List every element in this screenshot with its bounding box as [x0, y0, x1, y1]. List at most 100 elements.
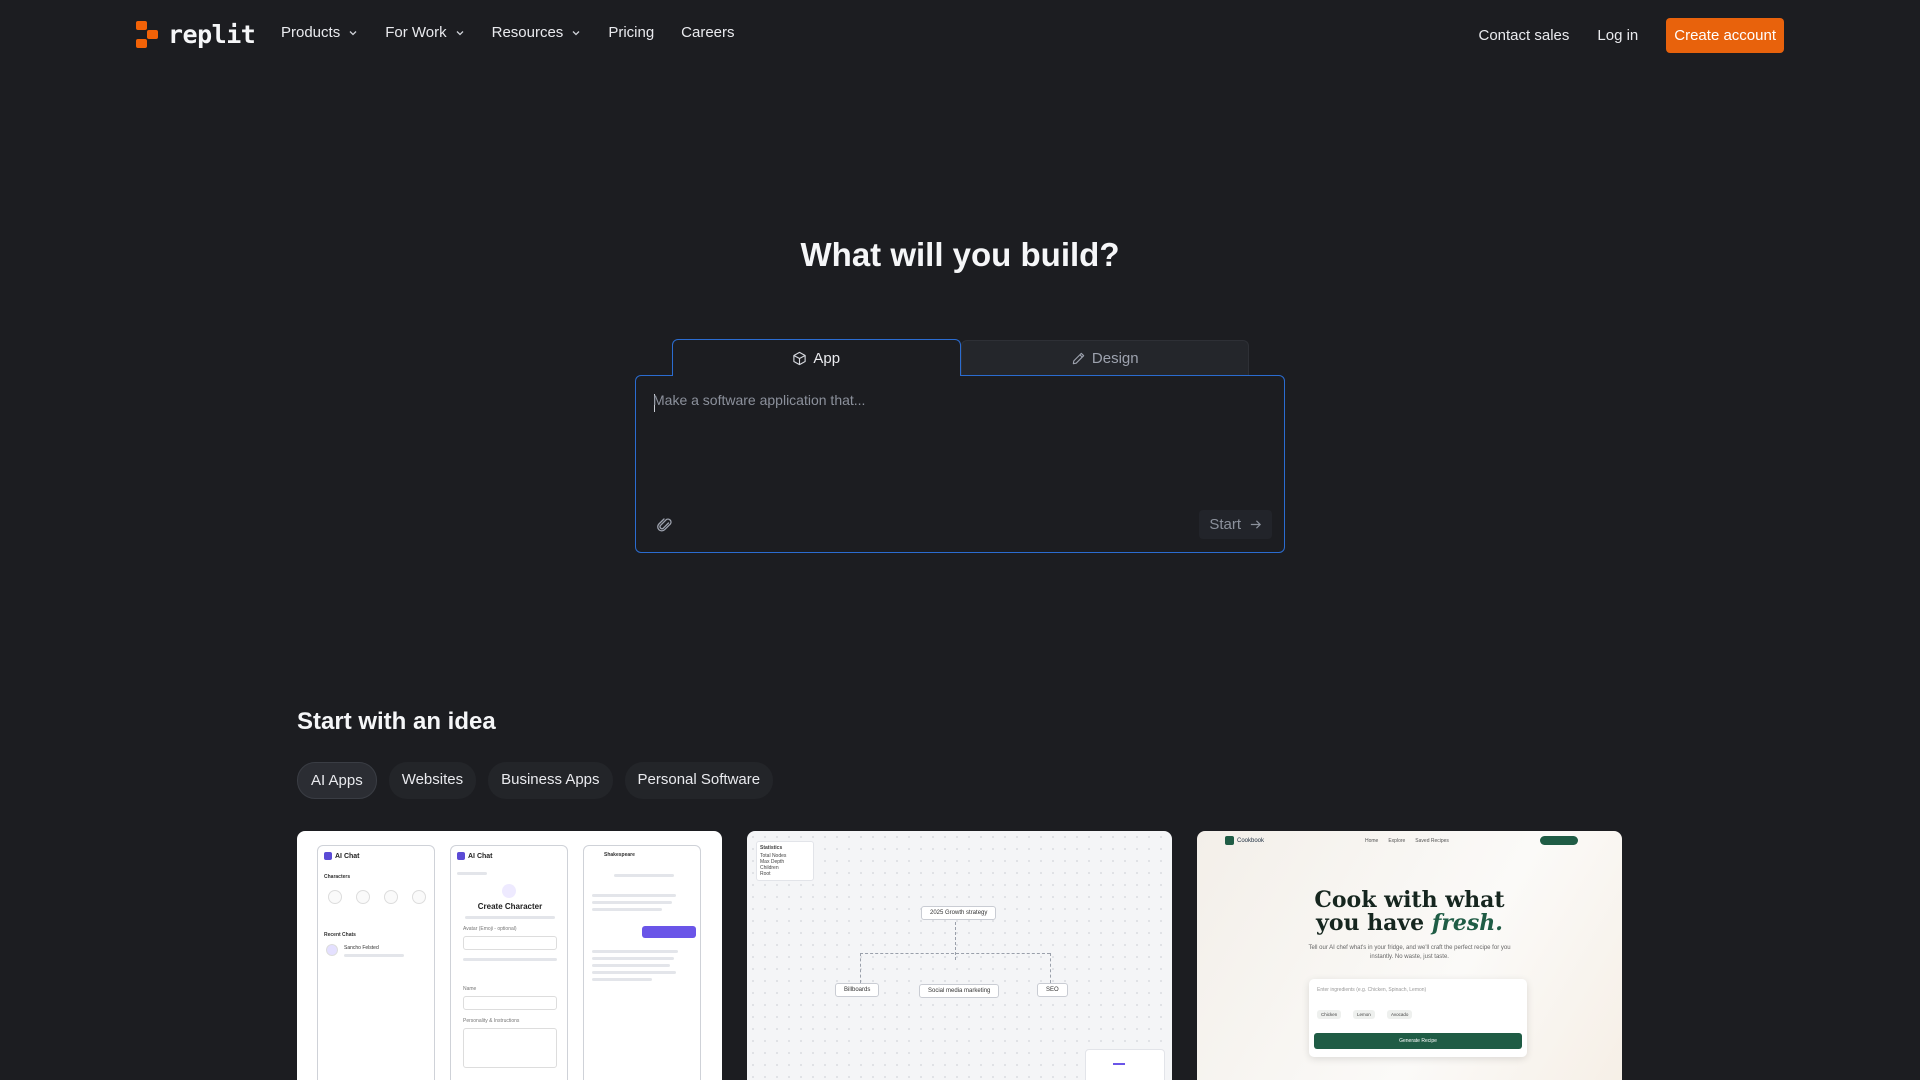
nav-careers-label: Careers [681, 24, 735, 41]
replit-logo-icon [136, 20, 160, 49]
nav-products-label: Products [281, 24, 341, 41]
cookbook-link: Home [1365, 838, 1379, 844]
contact-sales-link[interactable]: Contact sales [1479, 27, 1570, 44]
cube-icon [793, 351, 807, 365]
nav-for-work-label: For Work [385, 24, 447, 41]
ingredient-tag: Lemon [1353, 1010, 1375, 1019]
tab-design[interactable]: Design [960, 340, 1249, 375]
cookbook-input-panel: Enter ingredients (e.g. Chicken, Spinach… [1309, 979, 1527, 1057]
chevron-down-icon [349, 30, 357, 35]
mockup-heading: Create Character [477, 902, 543, 911]
mockup-screen-characters: AI Chat Characters Recent Chats Sancho F… [317, 845, 435, 1080]
mockup-heading: Characters [324, 874, 351, 880]
ingredient-tag: Chicken [1317, 1010, 1342, 1019]
start-button-label: Start [1209, 516, 1241, 533]
mockup-field [463, 1028, 557, 1068]
mindmap-root-node: 2025 Growth strategy [921, 906, 997, 920]
mindmap-node-seo: SEO [1037, 983, 1068, 997]
mockup-field [463, 936, 557, 950]
filter-ai-apps[interactable]: AI Apps [297, 762, 377, 799]
mockup-line [614, 874, 674, 877]
idea-category-filters: AI Apps Websites Business Apps Personal … [297, 762, 774, 799]
nav-actions: Contact sales Log in Create account [1479, 18, 1784, 53]
cookbook-ingredient-input: Enter ingredients (e.g. Chicken, Spinach… [1317, 987, 1427, 993]
prompt-box: Start [635, 375, 1285, 553]
mockup-field [463, 996, 557, 1010]
paperclip-icon[interactable] [656, 516, 674, 534]
statistics-row: Root [760, 871, 771, 877]
cookbook-headline-line: Cook with what [1314, 887, 1505, 913]
chevron-down-icon [456, 30, 464, 35]
mindmap-node-billboards: Billboards [835, 983, 880, 997]
create-account-button[interactable]: Create account [1666, 18, 1784, 53]
filter-personal-software[interactable]: Personal Software [624, 762, 774, 799]
pencil-icon [1072, 352, 1085, 364]
mockup-line [592, 894, 676, 897]
chat-avatar [326, 944, 338, 956]
mockup-emoji-row [463, 958, 557, 961]
mockup-line [344, 954, 404, 957]
mockup-recent-heading: Recent Chats [324, 932, 356, 938]
mockup-field-label: Avatar (Emoji - optional) [463, 926, 517, 932]
filter-business-apps[interactable]: Business Apps [488, 762, 613, 799]
mockup-line [465, 916, 555, 919]
cookbook-nav-links: Home Explore Saved Recipes [1365, 838, 1449, 844]
login-link[interactable]: Log in [1597, 27, 1638, 44]
mockup-line [592, 908, 662, 911]
ideas-section-title: Start with an idea [297, 708, 496, 735]
prompt-input[interactable] [653, 392, 1253, 502]
sparkle-icon [502, 884, 516, 898]
minimap-indicator [1113, 1063, 1125, 1065]
idea-card-mind-map[interactable]: Statistics Total Nodes Max Depth Childre… [747, 831, 1172, 1080]
mockup-screen-create: AI Chat Create Character Avatar (Emoji -… [450, 845, 568, 1080]
nav-for-work[interactable]: For Work [385, 24, 464, 41]
replit-logo[interactable]: replit [136, 20, 256, 49]
mockup-app-title: AI Chat [324, 852, 360, 860]
build-mode-tabs: App Design [672, 339, 1249, 376]
mockup-chat-name: Sancho Felsted [344, 945, 379, 951]
character-avatar [328, 890, 342, 904]
arrow-right-icon [1250, 520, 1261, 529]
nav-careers[interactable]: Careers [681, 24, 734, 41]
nav-resources-label: Resources [491, 24, 564, 41]
mindmap-connector [860, 953, 861, 983]
cookbook-headline-line: you have fresh. [1316, 910, 1503, 936]
primary-nav: Products For Work Resources Pricing Care… [281, 24, 735, 41]
mockup-character-name: Shakespeare [604, 852, 635, 858]
filter-websites[interactable]: Websites [388, 762, 477, 799]
app-logo-icon [324, 852, 332, 860]
mockup-user-message [642, 926, 696, 938]
cookbook-navbar: Cookbook Home Explore Saved Recipes [1197, 831, 1622, 851]
character-avatar [412, 890, 426, 904]
mindmap-minimap [1085, 1049, 1165, 1080]
mockup-line [592, 978, 652, 981]
nav-products[interactable]: Products [281, 24, 358, 41]
nav-pricing[interactable]: Pricing [608, 24, 654, 41]
chef-hat-icon [1225, 836, 1234, 845]
mockup-line [592, 950, 678, 953]
mindmap-connector [860, 953, 1050, 954]
generate-recipe-button: Generate Recipe [1314, 1033, 1522, 1049]
app-logo-icon [457, 852, 465, 860]
tab-design-label: Design [1091, 349, 1139, 367]
ingredient-tag: Avocado [1387, 1010, 1413, 1019]
statistics-title: Statistics [760, 845, 783, 851]
cookbook-cta-button [1540, 836, 1578, 845]
mockup-line [592, 901, 672, 904]
tab-app[interactable]: App [672, 339, 961, 376]
cookbook-brand: Cookbook [1225, 836, 1264, 845]
top-navbar: replit Products For Work Resources Prici… [0, 0, 1920, 70]
idea-cards: AI Chat Characters Recent Chats Sancho F… [297, 831, 1622, 1080]
start-button[interactable]: Start [1199, 510, 1272, 539]
mindmap-node-social: Social media marketing [919, 984, 1000, 998]
idea-card-cookbook[interactable]: Cookbook Home Explore Saved Recipes Cook… [1197, 831, 1622, 1080]
chevron-down-icon [572, 30, 580, 35]
mockup-field-label: Name [463, 986, 477, 992]
idea-card-ai-chat[interactable]: AI Chat Characters Recent Chats Sancho F… [297, 831, 722, 1080]
tab-app-label: App [813, 349, 841, 367]
mindmap-connector [1050, 953, 1051, 983]
mockup-line [592, 971, 676, 974]
nav-resources[interactable]: Resources [492, 24, 582, 41]
mockup-line [457, 872, 487, 875]
nav-pricing-label: Pricing [608, 24, 655, 41]
